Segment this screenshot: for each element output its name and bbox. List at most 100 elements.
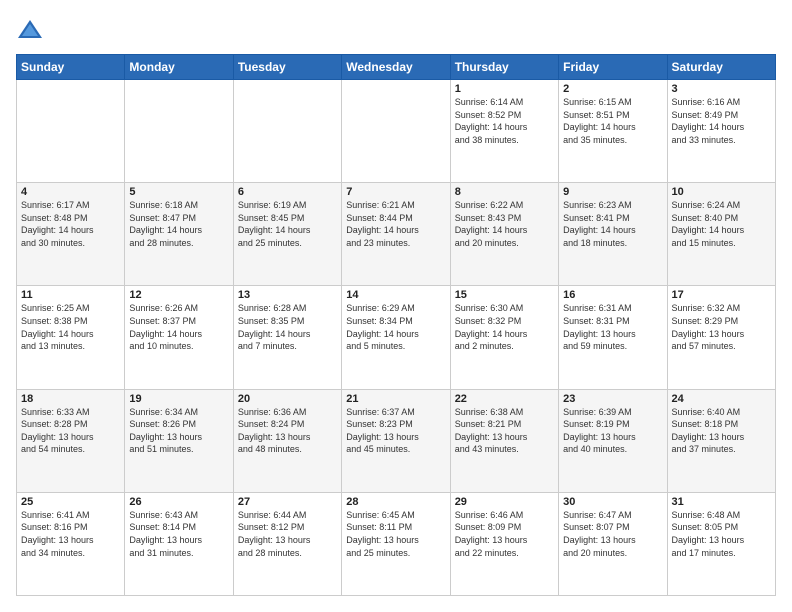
day-info: Sunrise: 6:38 AM Sunset: 8:21 PM Dayligh…	[455, 406, 554, 456]
day-cell: 8Sunrise: 6:22 AM Sunset: 8:43 PM Daylig…	[450, 183, 558, 286]
day-info: Sunrise: 6:44 AM Sunset: 8:12 PM Dayligh…	[238, 509, 337, 559]
day-cell: 30Sunrise: 6:47 AM Sunset: 8:07 PM Dayli…	[559, 492, 667, 595]
day-cell: 16Sunrise: 6:31 AM Sunset: 8:31 PM Dayli…	[559, 286, 667, 389]
day-number: 31	[672, 496, 771, 508]
day-number: 1	[455, 83, 554, 95]
day-cell: 19Sunrise: 6:34 AM Sunset: 8:26 PM Dayli…	[125, 389, 233, 492]
day-info: Sunrise: 6:25 AM Sunset: 8:38 PM Dayligh…	[21, 302, 120, 352]
day-cell: 31Sunrise: 6:48 AM Sunset: 8:05 PM Dayli…	[667, 492, 775, 595]
day-number: 4	[21, 186, 120, 198]
day-info: Sunrise: 6:16 AM Sunset: 8:49 PM Dayligh…	[672, 96, 771, 146]
week-row-5: 25Sunrise: 6:41 AM Sunset: 8:16 PM Dayli…	[17, 492, 776, 595]
day-info: Sunrise: 6:46 AM Sunset: 8:09 PM Dayligh…	[455, 509, 554, 559]
day-cell: 29Sunrise: 6:46 AM Sunset: 8:09 PM Dayli…	[450, 492, 558, 595]
day-cell: 14Sunrise: 6:29 AM Sunset: 8:34 PM Dayli…	[342, 286, 450, 389]
day-info: Sunrise: 6:33 AM Sunset: 8:28 PM Dayligh…	[21, 406, 120, 456]
day-info: Sunrise: 6:21 AM Sunset: 8:44 PM Dayligh…	[346, 199, 445, 249]
day-number: 14	[346, 289, 445, 301]
day-number: 11	[21, 289, 120, 301]
day-number: 17	[672, 289, 771, 301]
day-cell: 6Sunrise: 6:19 AM Sunset: 8:45 PM Daylig…	[233, 183, 341, 286]
day-info: Sunrise: 6:15 AM Sunset: 8:51 PM Dayligh…	[563, 96, 662, 146]
weekday-row: SundayMondayTuesdayWednesdayThursdayFrid…	[17, 55, 776, 80]
day-cell: 21Sunrise: 6:37 AM Sunset: 8:23 PM Dayli…	[342, 389, 450, 492]
day-cell	[125, 80, 233, 183]
day-cell	[233, 80, 341, 183]
day-cell: 22Sunrise: 6:38 AM Sunset: 8:21 PM Dayli…	[450, 389, 558, 492]
day-cell: 12Sunrise: 6:26 AM Sunset: 8:37 PM Dayli…	[125, 286, 233, 389]
day-cell: 28Sunrise: 6:45 AM Sunset: 8:11 PM Dayli…	[342, 492, 450, 595]
day-cell: 15Sunrise: 6:30 AM Sunset: 8:32 PM Dayli…	[450, 286, 558, 389]
day-info: Sunrise: 6:23 AM Sunset: 8:41 PM Dayligh…	[563, 199, 662, 249]
day-number: 29	[455, 496, 554, 508]
day-cell: 4Sunrise: 6:17 AM Sunset: 8:48 PM Daylig…	[17, 183, 125, 286]
day-info: Sunrise: 6:32 AM Sunset: 8:29 PM Dayligh…	[672, 302, 771, 352]
day-info: Sunrise: 6:34 AM Sunset: 8:26 PM Dayligh…	[129, 406, 228, 456]
day-info: Sunrise: 6:31 AM Sunset: 8:31 PM Dayligh…	[563, 302, 662, 352]
week-row-3: 11Sunrise: 6:25 AM Sunset: 8:38 PM Dayli…	[17, 286, 776, 389]
day-cell	[17, 80, 125, 183]
day-cell: 26Sunrise: 6:43 AM Sunset: 8:14 PM Dayli…	[125, 492, 233, 595]
day-cell: 24Sunrise: 6:40 AM Sunset: 8:18 PM Dayli…	[667, 389, 775, 492]
logo-icon	[16, 16, 44, 44]
week-row-4: 18Sunrise: 6:33 AM Sunset: 8:28 PM Dayli…	[17, 389, 776, 492]
day-number: 16	[563, 289, 662, 301]
day-cell: 23Sunrise: 6:39 AM Sunset: 8:19 PM Dayli…	[559, 389, 667, 492]
day-cell: 27Sunrise: 6:44 AM Sunset: 8:12 PM Dayli…	[233, 492, 341, 595]
day-cell: 5Sunrise: 6:18 AM Sunset: 8:47 PM Daylig…	[125, 183, 233, 286]
day-info: Sunrise: 6:26 AM Sunset: 8:37 PM Dayligh…	[129, 302, 228, 352]
week-row-1: 1Sunrise: 6:14 AM Sunset: 8:52 PM Daylig…	[17, 80, 776, 183]
day-info: Sunrise: 6:29 AM Sunset: 8:34 PM Dayligh…	[346, 302, 445, 352]
day-info: Sunrise: 6:18 AM Sunset: 8:47 PM Dayligh…	[129, 199, 228, 249]
day-info: Sunrise: 6:17 AM Sunset: 8:48 PM Dayligh…	[21, 199, 120, 249]
day-number: 28	[346, 496, 445, 508]
day-number: 12	[129, 289, 228, 301]
day-info: Sunrise: 6:48 AM Sunset: 8:05 PM Dayligh…	[672, 509, 771, 559]
day-info: Sunrise: 6:43 AM Sunset: 8:14 PM Dayligh…	[129, 509, 228, 559]
weekday-header-tuesday: Tuesday	[233, 55, 341, 80]
day-cell: 10Sunrise: 6:24 AM Sunset: 8:40 PM Dayli…	[667, 183, 775, 286]
day-cell: 2Sunrise: 6:15 AM Sunset: 8:51 PM Daylig…	[559, 80, 667, 183]
logo	[16, 16, 48, 44]
weekday-header-monday: Monday	[125, 55, 233, 80]
day-info: Sunrise: 6:47 AM Sunset: 8:07 PM Dayligh…	[563, 509, 662, 559]
day-number: 13	[238, 289, 337, 301]
day-cell: 1Sunrise: 6:14 AM Sunset: 8:52 PM Daylig…	[450, 80, 558, 183]
day-info: Sunrise: 6:30 AM Sunset: 8:32 PM Dayligh…	[455, 302, 554, 352]
day-number: 20	[238, 393, 337, 405]
day-number: 7	[346, 186, 445, 198]
page: SundayMondayTuesdayWednesdayThursdayFrid…	[0, 0, 792, 612]
day-cell: 18Sunrise: 6:33 AM Sunset: 8:28 PM Dayli…	[17, 389, 125, 492]
day-cell: 25Sunrise: 6:41 AM Sunset: 8:16 PM Dayli…	[17, 492, 125, 595]
day-cell: 11Sunrise: 6:25 AM Sunset: 8:38 PM Dayli…	[17, 286, 125, 389]
weekday-header-wednesday: Wednesday	[342, 55, 450, 80]
day-info: Sunrise: 6:24 AM Sunset: 8:40 PM Dayligh…	[672, 199, 771, 249]
day-number: 30	[563, 496, 662, 508]
day-number: 6	[238, 186, 337, 198]
day-info: Sunrise: 6:39 AM Sunset: 8:19 PM Dayligh…	[563, 406, 662, 456]
day-number: 18	[21, 393, 120, 405]
calendar-table: SundayMondayTuesdayWednesdayThursdayFrid…	[16, 54, 776, 596]
day-cell: 17Sunrise: 6:32 AM Sunset: 8:29 PM Dayli…	[667, 286, 775, 389]
day-number: 2	[563, 83, 662, 95]
day-number: 19	[129, 393, 228, 405]
calendar-body: 1Sunrise: 6:14 AM Sunset: 8:52 PM Daylig…	[17, 80, 776, 596]
day-number: 3	[672, 83, 771, 95]
day-number: 5	[129, 186, 228, 198]
day-number: 21	[346, 393, 445, 405]
day-number: 24	[672, 393, 771, 405]
day-info: Sunrise: 6:45 AM Sunset: 8:11 PM Dayligh…	[346, 509, 445, 559]
day-info: Sunrise: 6:37 AM Sunset: 8:23 PM Dayligh…	[346, 406, 445, 456]
day-number: 9	[563, 186, 662, 198]
day-cell: 3Sunrise: 6:16 AM Sunset: 8:49 PM Daylig…	[667, 80, 775, 183]
day-info: Sunrise: 6:19 AM Sunset: 8:45 PM Dayligh…	[238, 199, 337, 249]
weekday-header-saturday: Saturday	[667, 55, 775, 80]
day-cell: 9Sunrise: 6:23 AM Sunset: 8:41 PM Daylig…	[559, 183, 667, 286]
day-number: 15	[455, 289, 554, 301]
day-number: 25	[21, 496, 120, 508]
header	[16, 16, 776, 44]
calendar-header: SundayMondayTuesdayWednesdayThursdayFrid…	[17, 55, 776, 80]
week-row-2: 4Sunrise: 6:17 AM Sunset: 8:48 PM Daylig…	[17, 183, 776, 286]
day-info: Sunrise: 6:36 AM Sunset: 8:24 PM Dayligh…	[238, 406, 337, 456]
day-cell: 7Sunrise: 6:21 AM Sunset: 8:44 PM Daylig…	[342, 183, 450, 286]
